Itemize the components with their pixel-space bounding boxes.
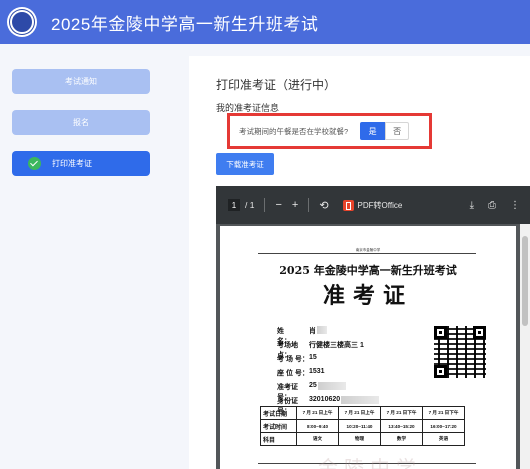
table-cell: 7 月 21 日上午 — [338, 406, 381, 420]
download-icon[interactable]: ⤓ — [470, 200, 474, 211]
table-row: 考试日期 7 月 21 日上午 7 月 21 日上午 7 月 21 日下午 7 … — [260, 406, 465, 420]
table-cell: 7 月 21 日下午 — [380, 406, 423, 420]
table-cell: 13:40~15:20 — [380, 419, 423, 433]
table-cell: 10:20~11:40 — [338, 419, 381, 433]
redacted-value — [317, 326, 327, 334]
field-label: 考 场 号： — [277, 356, 309, 363]
row-header: 考试日期 — [260, 406, 297, 420]
table-cell: 语文 — [296, 432, 339, 446]
pdf-viewer: 1 / 1 − + ⟲ PDF转Office ⤓ ⎙ ⋮ 南京市金陵中学 202… — [216, 186, 530, 469]
lunch-question: 考试期间的午餐是否在学校就餐? 是 否 — [230, 118, 420, 144]
table-row: 考试时间 8:00~9:40 10:20~11:40 13:40~15:20 1… — [260, 419, 465, 433]
pdf-to-office-button[interactable]: PDF转Office — [342, 199, 403, 211]
row-header: 科目 — [260, 432, 297, 446]
qr-code — [434, 326, 486, 378]
rotate-icon[interactable]: ⟲ — [319, 199, 328, 212]
table-cell: 7 月 21 日上午 — [296, 406, 339, 420]
table-cell: 7 月 21 日下午 — [422, 406, 465, 420]
option-yes-button[interactable]: 是 — [360, 122, 386, 140]
scroll-thumb[interactable] — [522, 236, 528, 326]
pdf-to-office-label: PDF转Office — [357, 200, 403, 210]
print-icon[interactable]: ⎙ — [488, 200, 496, 211]
toolbar-actions: ⤓ ⎙ ⋮ — [470, 186, 520, 224]
main-panel: 打印准考证（进行中） 我的准考证信息 考试期间的午餐是否在学校就餐? 是 否 下… — [189, 56, 530, 469]
field-value: 15 — [309, 354, 317, 361]
toolbar-divider — [308, 198, 310, 212]
table-cell: 英语 — [422, 432, 465, 446]
field-room: 考 场 号： 15 — [277, 354, 317, 364]
sidebar-item-print-ticket[interactable]: 打印准考证 — [12, 151, 150, 176]
school-watermark: 金陵中学 — [318, 458, 422, 469]
page-title: 打印准考证（进行中） — [216, 78, 337, 92]
table-cell: 16:00~17:20 — [422, 419, 465, 433]
zoom-in-icon[interactable]: + — [292, 199, 298, 211]
redacted-value — [341, 396, 380, 404]
sidebar-item-label: 打印准考证 — [52, 159, 92, 168]
zoom-out-icon[interactable]: − — [275, 199, 281, 211]
sidebar-item-registration[interactable]: 报名 — [12, 110, 150, 135]
table-cell: 物理 — [338, 432, 381, 446]
pdf-page: 南京市金陵中学 2025 年金陵中学高一新生升班考试 准考证 姓 名： 肖 考场… — [220, 226, 516, 469]
field-seat: 座 位 号： 1531 — [277, 368, 325, 378]
field-value: 行健楼三楼高三 1 — [309, 342, 364, 349]
ticket-title: 2025 年金陵中学高一新生升班考试 — [279, 264, 457, 277]
app-header: 2025年金陵中学高一新生升班考试 — [0, 0, 530, 44]
field-value: 1531 — [309, 368, 325, 375]
ticket-top-rule — [258, 253, 476, 254]
lunch-question-text: 考试期间的午餐是否在学校就餐? — [239, 126, 349, 136]
office-icon — [342, 199, 354, 211]
option-no-button[interactable]: 否 — [385, 122, 410, 140]
toolbar-divider — [264, 198, 266, 212]
sidebar-item-label: 报名 — [73, 118, 89, 127]
pdf-toolbar: 1 / 1 − + ⟲ PDF转Office ⤓ ⎙ ⋮ — [216, 186, 530, 224]
field-label: 座 位 号： — [277, 370, 309, 377]
table-row: 科目 语文 物理 数学 英语 — [260, 432, 465, 446]
table-cell: 8:00~9:40 — [296, 419, 339, 433]
lunch-question-highlight: 考试期间的午餐是否在学校就餐? 是 否 — [227, 113, 432, 149]
download-ticket-button[interactable]: 下载准考证 — [216, 153, 274, 175]
page-number-input[interactable]: 1 — [228, 199, 240, 211]
exam-schedule-table: 考试日期 7 月 21 日上午 7 月 21 日上午 7 月 21 日下午 7 … — [260, 406, 465, 446]
check-circle-icon — [28, 157, 41, 170]
more-options-icon[interactable]: ⋮ — [510, 200, 520, 211]
sidebar-item-exam-notice[interactable]: 考试通知 — [12, 69, 150, 94]
pdf-scrollbar[interactable] — [520, 224, 530, 469]
sidebar-item-label: 考试通知 — [65, 77, 97, 86]
school-logo — [7, 7, 37, 37]
redacted-value — [317, 382, 346, 390]
sidebar: 考试通知 报名 打印准考证 — [0, 44, 170, 469]
ticket-subtitle: 准考证 — [322, 283, 413, 309]
row-header: 考试时间 — [260, 419, 297, 433]
app-title: 2025年金陵中学高一新生升班考试 — [51, 14, 319, 34]
table-cell: 数学 — [380, 432, 423, 446]
page-total: / 1 — [245, 200, 255, 210]
